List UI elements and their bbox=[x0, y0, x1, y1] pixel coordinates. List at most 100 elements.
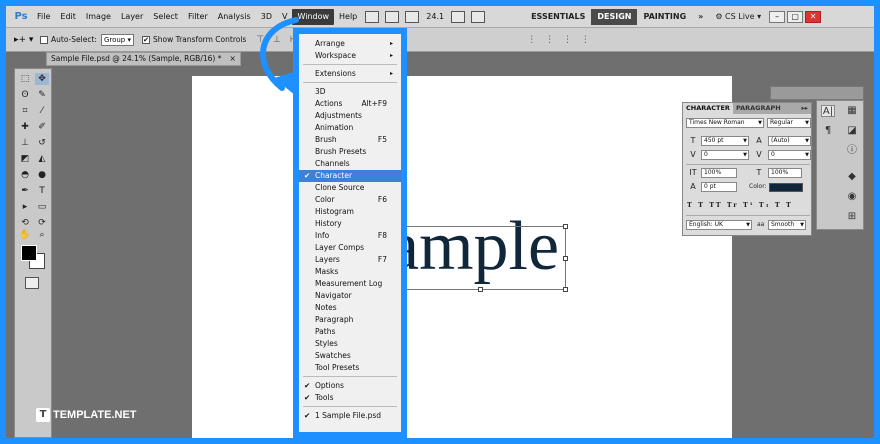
mini-bridge-icon[interactable] bbox=[385, 10, 400, 23]
vertical-scale-field[interactable]: 100% bbox=[701, 168, 737, 178]
eyedropper-tool-icon[interactable]: ⁄ bbox=[35, 105, 49, 117]
window-menu-item[interactable]: Clone Source bbox=[299, 182, 401, 194]
kerning-field[interactable]: 0 ▼ bbox=[701, 150, 749, 160]
move-tool-preset-icon[interactable]: ▸+ ▾ bbox=[14, 35, 40, 45]
transform-handle-bottom-right[interactable] bbox=[563, 287, 568, 292]
window-menu-item[interactable]: Styles bbox=[299, 338, 401, 350]
transform-handle-top-right[interactable] bbox=[563, 224, 568, 229]
window-menu-item[interactable]: ✔ Options bbox=[299, 380, 401, 392]
menu-file[interactable]: File bbox=[32, 9, 55, 25]
zoom-tool-icon[interactable]: ⌕ bbox=[35, 229, 49, 241]
auto-select-checkbox[interactable]: Auto-Select: bbox=[40, 35, 97, 44]
window-menu-item[interactable]: Paragraph bbox=[299, 314, 401, 326]
layers-panel-icon[interactable]: ▦ bbox=[845, 105, 859, 117]
document-tab[interactable]: Sample File.psd @ 24.1% (Sample, RGB/16)… bbox=[46, 52, 241, 66]
window-menu-item[interactable]: ✔ 1 Sample File.psd bbox=[299, 410, 401, 422]
leading-field[interactable]: (Auto) ▼ bbox=[768, 136, 811, 146]
swatches-panel-icon[interactable]: ◆ bbox=[845, 171, 859, 183]
type-style-buttons[interactable]: T T TT Tr T¹ T₁ T T bbox=[687, 201, 793, 209]
window-menu-item[interactable]: Brush F5 bbox=[299, 134, 401, 146]
dodge-tool-icon[interactable]: ● bbox=[35, 169, 49, 181]
window-menu-item[interactable]: Swatches bbox=[299, 350, 401, 362]
window-menu-item[interactable]: Animation bbox=[299, 122, 401, 134]
antialias-select[interactable]: Smooth ▼ bbox=[768, 220, 806, 230]
window-menu-item[interactable]: Masks bbox=[299, 266, 401, 278]
window-menu-item[interactable]: Layer Comps bbox=[299, 242, 401, 254]
window-menu-item[interactable]: Adjustments bbox=[299, 110, 401, 122]
styles-panel-icon[interactable]: ◉ bbox=[845, 191, 859, 203]
view-extras-icon[interactable] bbox=[405, 10, 420, 23]
window-menu-item[interactable]: Tool Presets bbox=[299, 362, 401, 374]
character-panel-icon[interactable]: A| bbox=[821, 105, 835, 117]
auto-select-dropdown[interactable]: Group ▾ bbox=[100, 33, 134, 46]
font-family-select[interactable]: Times New Roman ▼ bbox=[686, 118, 764, 128]
transform-handle-middle-right[interactable] bbox=[563, 256, 568, 261]
gradient-tool-icon[interactable]: ◭ bbox=[35, 153, 49, 165]
path-select-tool-icon[interactable]: ▸ bbox=[18, 201, 32, 213]
window-menu-item[interactable]: Color F6 bbox=[299, 194, 401, 206]
screen-mode-icon[interactable] bbox=[471, 10, 486, 23]
menu-image[interactable]: Image bbox=[81, 9, 116, 25]
transform-handle-bottom-center[interactable] bbox=[478, 287, 483, 292]
brush-tool-icon[interactable]: ✐ bbox=[35, 121, 49, 133]
menu-filter[interactable]: Filter bbox=[183, 9, 213, 25]
more-workspaces-icon[interactable]: » bbox=[692, 9, 709, 25]
pen-tool-icon[interactable]: ✒ bbox=[18, 185, 32, 197]
crop-tool-icon[interactable]: ⌗ bbox=[18, 105, 32, 117]
window-menu-item[interactable]: Info F8 bbox=[299, 230, 401, 242]
zoom-level[interactable]: 24.1 bbox=[426, 12, 444, 21]
show-transform-checkbox[interactable]: ✔ Show Transform Controls bbox=[142, 35, 246, 44]
move-tool-icon[interactable]: ✥ bbox=[35, 73, 49, 85]
workspace-design[interactable]: DESIGN bbox=[591, 8, 638, 25]
bridge-icon[interactable] bbox=[365, 10, 380, 23]
panel-dock-header[interactable] bbox=[770, 86, 864, 100]
hand-tool-icon[interactable]: ✋ bbox=[18, 229, 32, 241]
menu-select[interactable]: Select bbox=[148, 9, 183, 25]
workspace-painting[interactable]: PAINTING bbox=[637, 9, 692, 25]
lasso-tool-icon[interactable]: ʘ bbox=[18, 89, 32, 101]
paragraph-panel-icon[interactable]: ¶ bbox=[821, 125, 835, 137]
transform-panel-icon[interactable]: ⊞ bbox=[845, 211, 859, 223]
font-style-select[interactable]: Regular ▼ bbox=[767, 118, 811, 128]
distribute-icons[interactable]: ⋮ ⋮ ⋮ ⋮ bbox=[527, 35, 593, 45]
panel-menu-icon[interactable]: ▸▸ bbox=[801, 103, 811, 114]
window-menu-item[interactable]: Paths bbox=[299, 326, 401, 338]
window-menu-item[interactable]: History bbox=[299, 218, 401, 230]
document-close-icon[interactable]: × bbox=[229, 53, 235, 65]
text-color-swatch[interactable] bbox=[769, 183, 803, 192]
window-menu-item[interactable]: Channels bbox=[299, 158, 401, 170]
window-menu-item[interactable]: ✔ Tools bbox=[299, 392, 401, 404]
menu-layer[interactable]: Layer bbox=[116, 9, 148, 25]
blur-tool-icon[interactable]: ◓ bbox=[18, 169, 32, 181]
window-menu-item[interactable]: ✔ Character bbox=[299, 170, 401, 182]
tab-paragraph[interactable]: PARAGRAPH bbox=[733, 103, 784, 114]
maximize-button[interactable]: ▢ bbox=[787, 10, 804, 23]
foreground-color-swatch[interactable] bbox=[21, 245, 37, 261]
window-menu-item[interactable]: Navigator bbox=[299, 290, 401, 302]
workspace-essentials[interactable]: ESSENTIALS bbox=[525, 9, 591, 25]
tracking-field[interactable]: 0 ▼ bbox=[768, 150, 811, 160]
shape-tool-icon[interactable]: ▭ bbox=[35, 201, 49, 213]
menu-edit[interactable]: Edit bbox=[55, 9, 81, 25]
close-button[interactable]: ✕ bbox=[805, 10, 822, 23]
stamp-tool-icon[interactable]: ⊥ bbox=[18, 137, 32, 149]
adjustments-panel-icon[interactable]: ◪ bbox=[845, 125, 859, 137]
quick-select-tool-icon[interactable]: ✎ bbox=[35, 89, 49, 101]
font-size-field[interactable]: 450 pt ▼ bbox=[701, 136, 749, 146]
language-select[interactable]: English: UK ▼ bbox=[686, 220, 752, 230]
cs-live-button[interactable]: ⚙ CS Live ▾ bbox=[715, 12, 761, 21]
info-panel-icon[interactable]: ⓘ bbox=[845, 145, 859, 157]
window-menu-item[interactable]: Notes bbox=[299, 302, 401, 314]
healing-tool-icon[interactable]: ✚ bbox=[18, 121, 32, 133]
history-brush-tool-icon[interactable]: ↺ bbox=[35, 137, 49, 149]
window-menu-item[interactable]: Histogram bbox=[299, 206, 401, 218]
3d-orbit-tool-icon[interactable]: ⟳ bbox=[35, 217, 49, 229]
menu-help[interactable]: Help bbox=[334, 9, 362, 25]
horizontal-scale-field[interactable]: 100% bbox=[768, 168, 802, 178]
baseline-shift-field[interactable]: 0 pt bbox=[701, 182, 737, 192]
type-tool-icon[interactable]: T bbox=[35, 185, 49, 197]
tab-character[interactable]: CHARACTER bbox=[683, 103, 733, 114]
marquee-tool-icon[interactable]: ⬚ bbox=[18, 73, 32, 85]
window-menu-item[interactable]: Measurement Log bbox=[299, 278, 401, 290]
document-canvas[interactable]: ample bbox=[192, 76, 732, 438]
